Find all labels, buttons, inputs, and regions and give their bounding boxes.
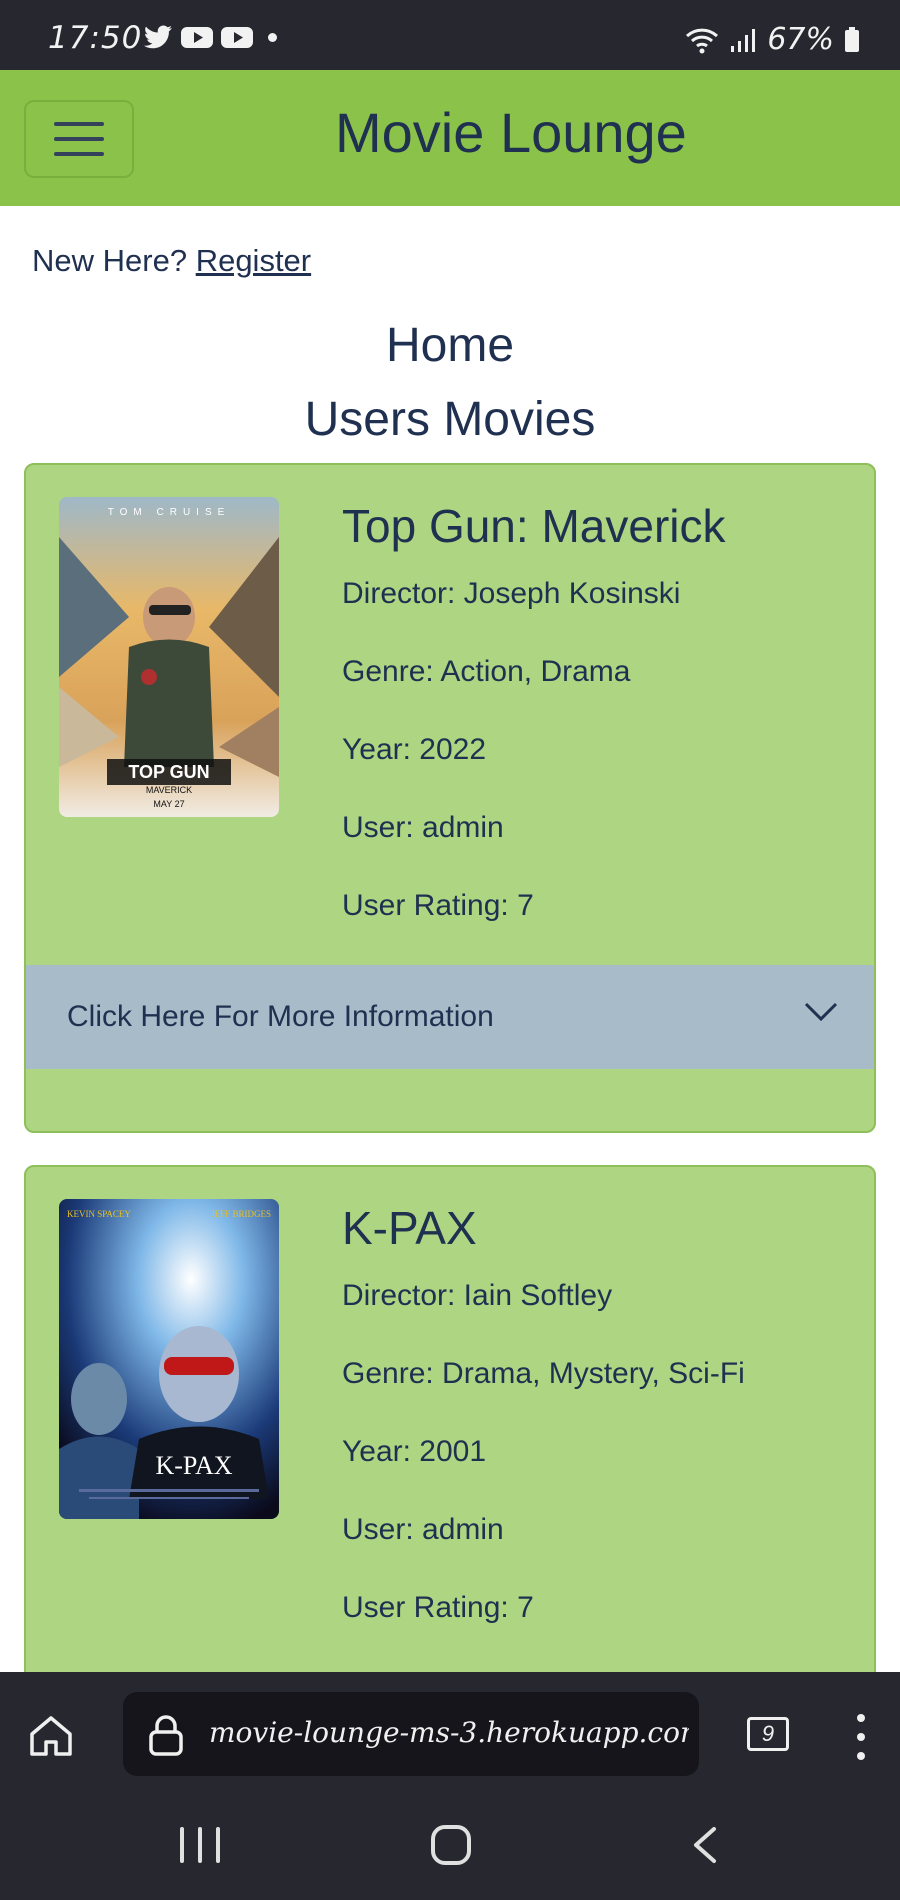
back-icon[interactable]: [690, 1825, 718, 1865]
youtube-icon: [181, 27, 213, 48]
wifi-icon: [686, 28, 719, 53]
movie-genre: Genre: Drama, Mystery, Sci-Fi: [342, 1357, 745, 1390]
register-link[interactable]: Register: [196, 243, 311, 278]
movie-user: User: admin: [342, 1513, 504, 1546]
poster-actor-right: JEFF BRIDGES: [211, 1209, 271, 1219]
k-pax-poster-image: KEVIN SPACEY JEFF BRIDGES K-PAX: [59, 1199, 279, 1519]
movie-poster: KEVIN SPACEY JEFF BRIDGES K-PAX: [59, 1199, 279, 1519]
movie-card: KEVIN SPACEY JEFF BRIDGES K-PAX K-PAX Di…: [24, 1165, 876, 1685]
poster-sub-text: MAVERICK: [146, 785, 192, 795]
poster-actor-left: KEVIN SPACEY: [67, 1209, 131, 1219]
recent-apps-icon[interactable]: [180, 1827, 220, 1863]
url-text: movie-lounge-ms-3.herokuapp.com/: [209, 1716, 689, 1749]
status-time: 17:50: [48, 20, 143, 56]
more-info-label: Click Here For More Information: [67, 1000, 494, 1033]
register-prompt-text: New Here?: [32, 243, 188, 278]
poster-logo-text: TOP GUN: [128, 762, 209, 782]
movie-info: K-PAX Director: Iain Softley Genre: Dram…: [342, 1201, 745, 1669]
youtube-icon: [221, 27, 253, 48]
poster-date-text: MAY 27: [153, 799, 184, 809]
movie-rating: User Rating: 7: [342, 1591, 534, 1624]
more-menu-icon[interactable]: [855, 1714, 867, 1760]
hamburger-menu-icon[interactable]: [24, 100, 134, 178]
status-bar: 17:50 67%: [0, 0, 900, 70]
battery-icon: [845, 26, 859, 52]
movie-poster: TOM CRUISE TOP GUN MAVERICK MAY 27: [59, 497, 279, 817]
movie-year: Year: 2001: [342, 1435, 487, 1468]
movie-title: K-PAX: [342, 1202, 477, 1254]
battery-percent: 67%: [767, 22, 834, 57]
poster-top-text: TOM CRUISE: [108, 507, 231, 518]
more-info-accordion-button[interactable]: Click Here For More Information: [26, 965, 874, 1069]
system-navigation-bar: [0, 1795, 900, 1900]
status-notification-icons: [140, 24, 277, 50]
movie-director: Director: Joseph Kosinski: [342, 577, 681, 610]
brand-title[interactable]: Movie Lounge: [335, 100, 687, 165]
movie-card: TOM CRUISE TOP GUN MAVERICK MAY 27 Top G…: [24, 463, 876, 1133]
movie-title: Top Gun: Maverick: [342, 500, 726, 552]
signal-icon: [731, 28, 756, 52]
notification-dot: [268, 32, 277, 42]
home-icon[interactable]: [28, 1714, 74, 1758]
address-bar[interactable]: movie-lounge-ms-3.herokuapp.com/: [123, 1692, 699, 1776]
status-system-icons: 67%: [685, 22, 860, 57]
poster-logo-text: K-PAX: [155, 1451, 232, 1480]
twitter-icon: [144, 25, 172, 49]
movie-user: User: admin: [342, 811, 504, 844]
movie-info: Top Gun: Maverick Director: Joseph Kosin…: [342, 499, 725, 967]
page-heading-home: Home: [385, 319, 515, 372]
movie-rating: User Rating: 7: [342, 889, 534, 922]
movie-director: Director: Iain Softley: [342, 1279, 613, 1312]
movie-year: Year: 2022: [342, 733, 487, 766]
lock-icon: [149, 1715, 183, 1756]
home-button-icon[interactable]: [431, 1825, 471, 1865]
top-gun-poster-image: TOM CRUISE TOP GUN MAVERICK MAY 27: [59, 497, 279, 817]
register-prompt: New Here? Register: [32, 243, 311, 279]
browser-toolbar: movie-lounge-ms-3.herokuapp.com/ 9: [0, 1672, 900, 1795]
movie-genre: Genre: Action, Drama: [342, 655, 631, 688]
chevron-down-icon: [804, 1002, 838, 1022]
tabs-button[interactable]: 9: [747, 1717, 789, 1751]
navbar: Movie Lounge: [0, 70, 900, 206]
section-heading-users-movies: Users Movies: [304, 393, 596, 446]
